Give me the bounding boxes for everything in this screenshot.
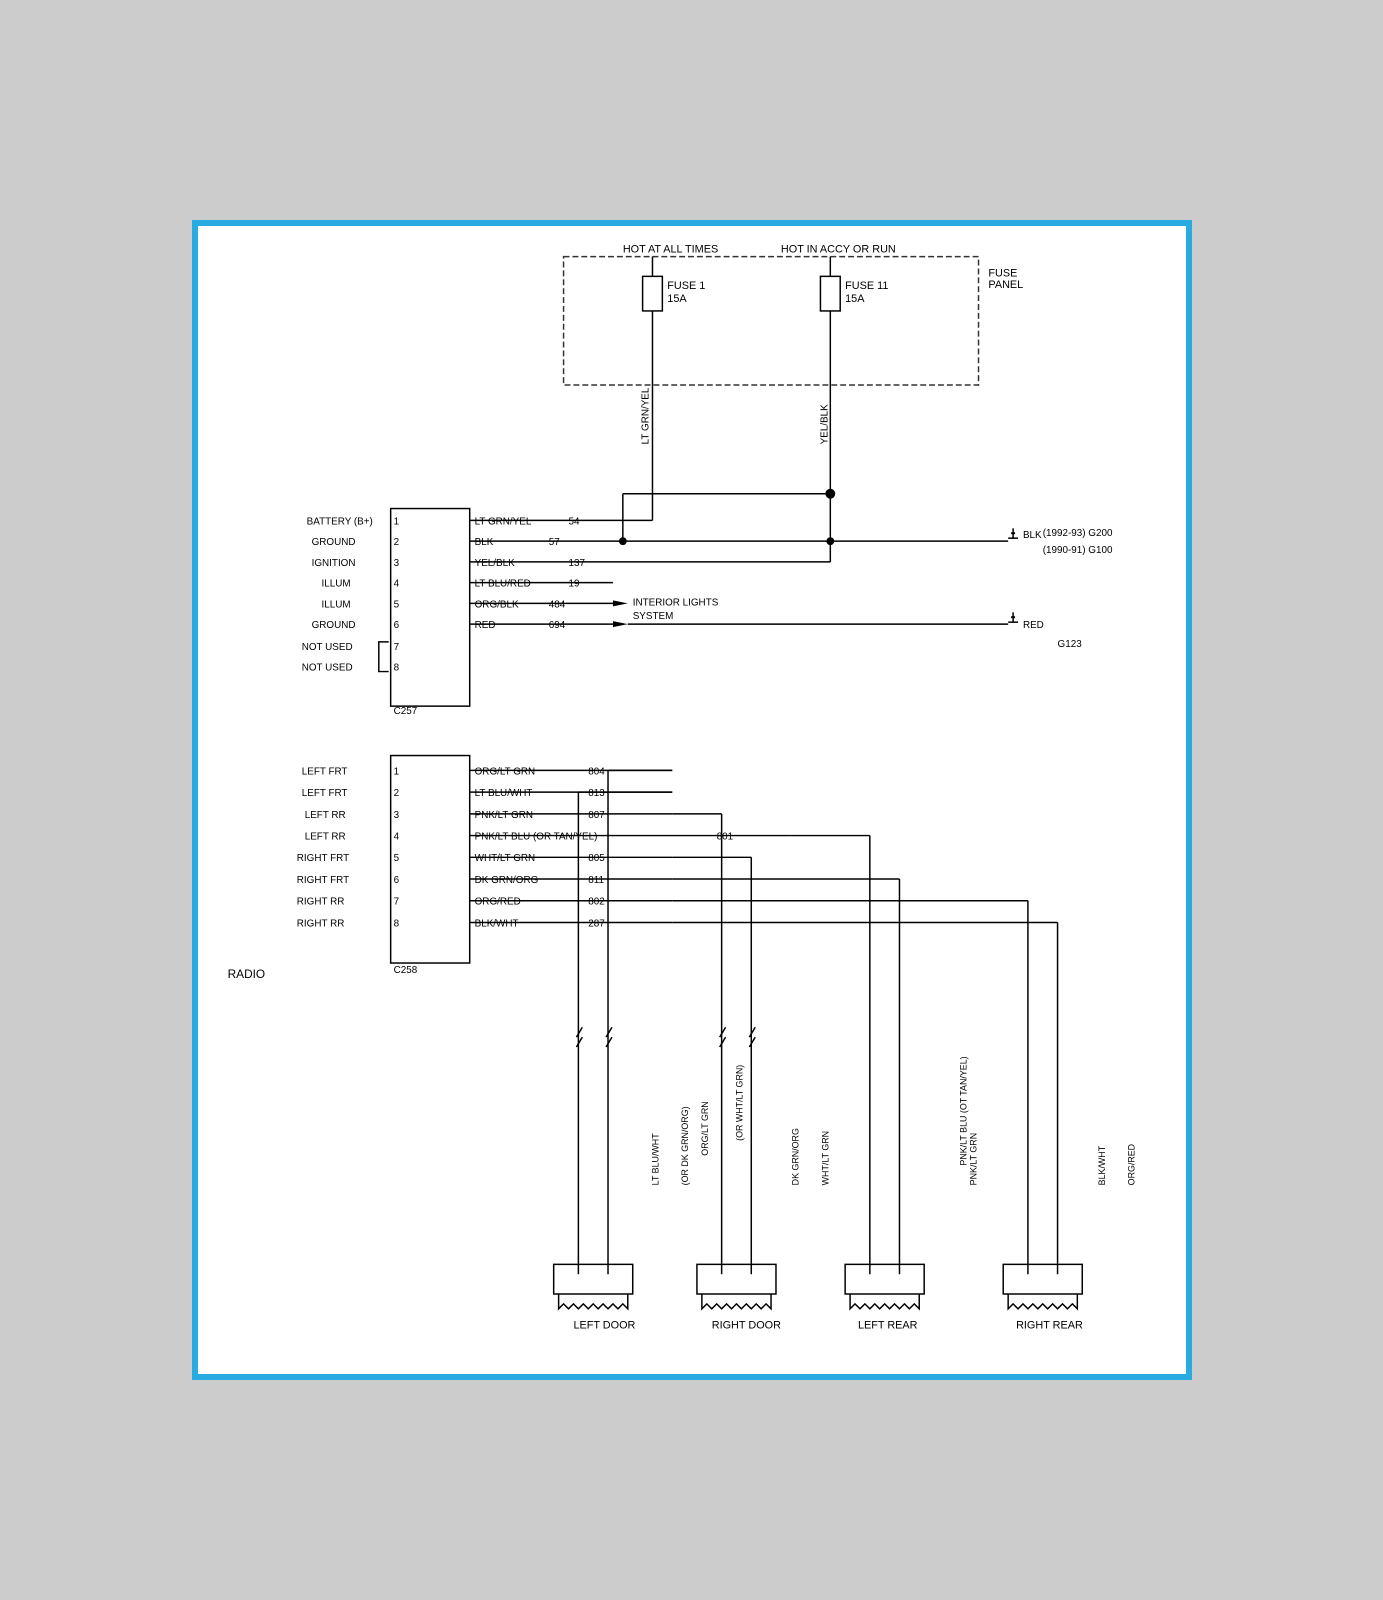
- interior-lights-label1: INTERIOR LIGHTS: [632, 597, 718, 608]
- lt-grn-yel-wire-label: LT GRN/YEL: [640, 387, 651, 444]
- fuse11-value: 15A: [845, 293, 865, 305]
- red-wire-label: RED: [1022, 620, 1043, 631]
- c258-pin8-circuit: 287: [588, 918, 604, 929]
- c257-label-illum2: ILLUM: [321, 599, 350, 610]
- svg-text:2: 2: [393, 788, 399, 799]
- c257-label-notused2: NOT USED: [301, 663, 352, 674]
- c257-pin5-wire: ORG/BLK: [474, 599, 518, 610]
- c258-name: C258: [393, 965, 417, 976]
- rdoor-wire2-label: WHT/LT GRN: [820, 1131, 830, 1185]
- svg-text:6: 6: [393, 875, 399, 886]
- fuse11-label: FUSE 11: [845, 280, 888, 292]
- g123-label: G123: [1057, 639, 1082, 650]
- svg-text:3: 3: [393, 810, 399, 821]
- c258-pin5-circuit: 805: [588, 853, 605, 864]
- fuse-panel-label: FUSE: [988, 267, 1017, 279]
- svg-text:1: 1: [393, 766, 399, 777]
- c257-pin6-circuit: 694: [548, 620, 565, 631]
- c258-pin7-wire: ORG/RED: [474, 897, 520, 908]
- c258-label-lrr1: LEFT RR: [304, 810, 345, 821]
- left-door-label: LEFT DOOR: [573, 1320, 635, 1332]
- c257-pin1-circuit: 54: [568, 516, 579, 527]
- lrear-wire2-label: PNK/LT GRN: [968, 1133, 978, 1185]
- c257-name: C257: [393, 706, 417, 717]
- ldoor-wire1-label: LT BLU/WHT: [650, 1133, 660, 1186]
- left-rear-label: LEFT REAR: [857, 1320, 917, 1332]
- c258-label-lfrt1: LEFT FRT: [301, 766, 347, 777]
- c258-pin7-circuit: 802: [588, 897, 604, 908]
- c257-label-notused1: NOT USED: [301, 642, 352, 653]
- rrear-wire1-label: BLK/WHT: [1096, 1145, 1106, 1185]
- c258-pin4-circuit: 801: [716, 832, 733, 843]
- hot-all-times-label: HOT AT ALL TIMES: [622, 244, 717, 256]
- c257-pin2-circuit: 57: [548, 537, 559, 548]
- c258-label-rfrt2: RIGHT FRT: [296, 875, 348, 886]
- svg-text:1: 1: [393, 516, 399, 527]
- svg-text:2: 2: [393, 537, 399, 548]
- svg-text:3: 3: [393, 558, 399, 569]
- radio-label: RADIO: [227, 967, 265, 981]
- c258-label-rfrt1: RIGHT FRT: [296, 853, 348, 864]
- right-rear-label: RIGHT REAR: [1016, 1320, 1083, 1332]
- rrear-wire2-label: ORG/RED: [1126, 1144, 1136, 1185]
- c258-label-lfrt2: LEFT FRT: [301, 788, 347, 799]
- c257-pin6-wire: RED: [474, 620, 495, 631]
- c257-label-ignition: IGNITION: [311, 558, 355, 569]
- svg-text:4: 4: [393, 832, 399, 843]
- c258-pin1-circuit: 804: [588, 766, 605, 777]
- c257-label-ground2: GROUND: [311, 620, 355, 631]
- lrear-wire1-label: PNK/LT BLU (OT TAN/YEL): [958, 1056, 968, 1165]
- c257-pin3-circuit: 137: [568, 558, 584, 569]
- g100-label: (1990-91) G100: [1042, 545, 1112, 556]
- interior-lights-label2: SYSTEM: [632, 611, 673, 622]
- c257-pin3-wire: YEL/BLK: [474, 558, 514, 569]
- svg-text:5: 5: [393, 853, 399, 864]
- c257-pin4-wire: LT BLU/RED: [474, 579, 530, 590]
- svg-text:8: 8: [393, 918, 399, 929]
- yel-blk-wire-label: YEL/BLK: [819, 404, 830, 444]
- svg-text:8: 8: [393, 663, 399, 674]
- c258-pin6-circuit: 811: [588, 875, 604, 886]
- ldoor-wire2-label: (OR DK GRN/ORG): [680, 1106, 690, 1185]
- c257-label-illum1: ILLUM: [321, 579, 350, 590]
- c258-pin5-wire: WHT/LT GRN: [474, 853, 535, 864]
- wiring-diagram: HOT AT ALL TIMES HOT IN ACCY OR RUN FUSE…: [192, 220, 1192, 1380]
- c258-pin2-wire: LT BLU/WHT: [474, 788, 532, 799]
- fuse1-label: FUSE 1: [667, 280, 705, 292]
- c257-pin5-circuit: 484: [548, 599, 565, 610]
- fuse1-value: 15A: [667, 293, 687, 305]
- c258-label-rrr1: RIGHT RR: [296, 897, 344, 908]
- c257-pin2-wire: BLK: [474, 537, 493, 548]
- c257-label-battery: BATTERY (B+): [306, 516, 372, 527]
- svg-text:5: 5: [393, 599, 399, 610]
- svg-text:4: 4: [393, 579, 399, 590]
- c258-pin1-wire: ORG/LT GRN: [474, 766, 535, 777]
- g200-label: (1992-93) G200: [1042, 528, 1112, 539]
- fuse-panel-label2: PANEL: [988, 279, 1023, 291]
- ldoor-wire3-label: ORG/LT GRN: [699, 1101, 709, 1155]
- c258-label-lrr2: LEFT RR: [304, 832, 345, 843]
- c257-label-ground1: GROUND: [311, 537, 355, 548]
- c257-pin1-wire: LT GRN/YEL: [474, 516, 531, 527]
- c258-pin3-wire: PNK/LT GRN: [474, 810, 532, 821]
- right-door-label: RIGHT DOOR: [711, 1320, 780, 1332]
- blk-wire-label: BLK: [1022, 530, 1041, 541]
- c258-label-rrr2: RIGHT RR: [296, 918, 344, 929]
- hot-accy-run-label: HOT IN ACCY OR RUN: [780, 244, 895, 256]
- c258-pin2-circuit: 813: [588, 788, 605, 799]
- rdoor-wire1-label: DK GRN/ORG: [790, 1128, 800, 1185]
- svg-text:6: 6: [393, 620, 399, 631]
- svg-text:7: 7: [393, 897, 399, 908]
- c258-pin6-wire: DK GRN/ORG: [474, 875, 538, 886]
- ldoor-wire4-label: (OR WHT/LT GRN): [734, 1065, 744, 1141]
- c257-pin4-circuit: 19: [568, 579, 579, 590]
- c258-pin3-circuit: 807: [588, 810, 604, 821]
- c258-pin8-wire: BLK/WHT: [474, 918, 518, 929]
- svg-text:7: 7: [393, 642, 399, 653]
